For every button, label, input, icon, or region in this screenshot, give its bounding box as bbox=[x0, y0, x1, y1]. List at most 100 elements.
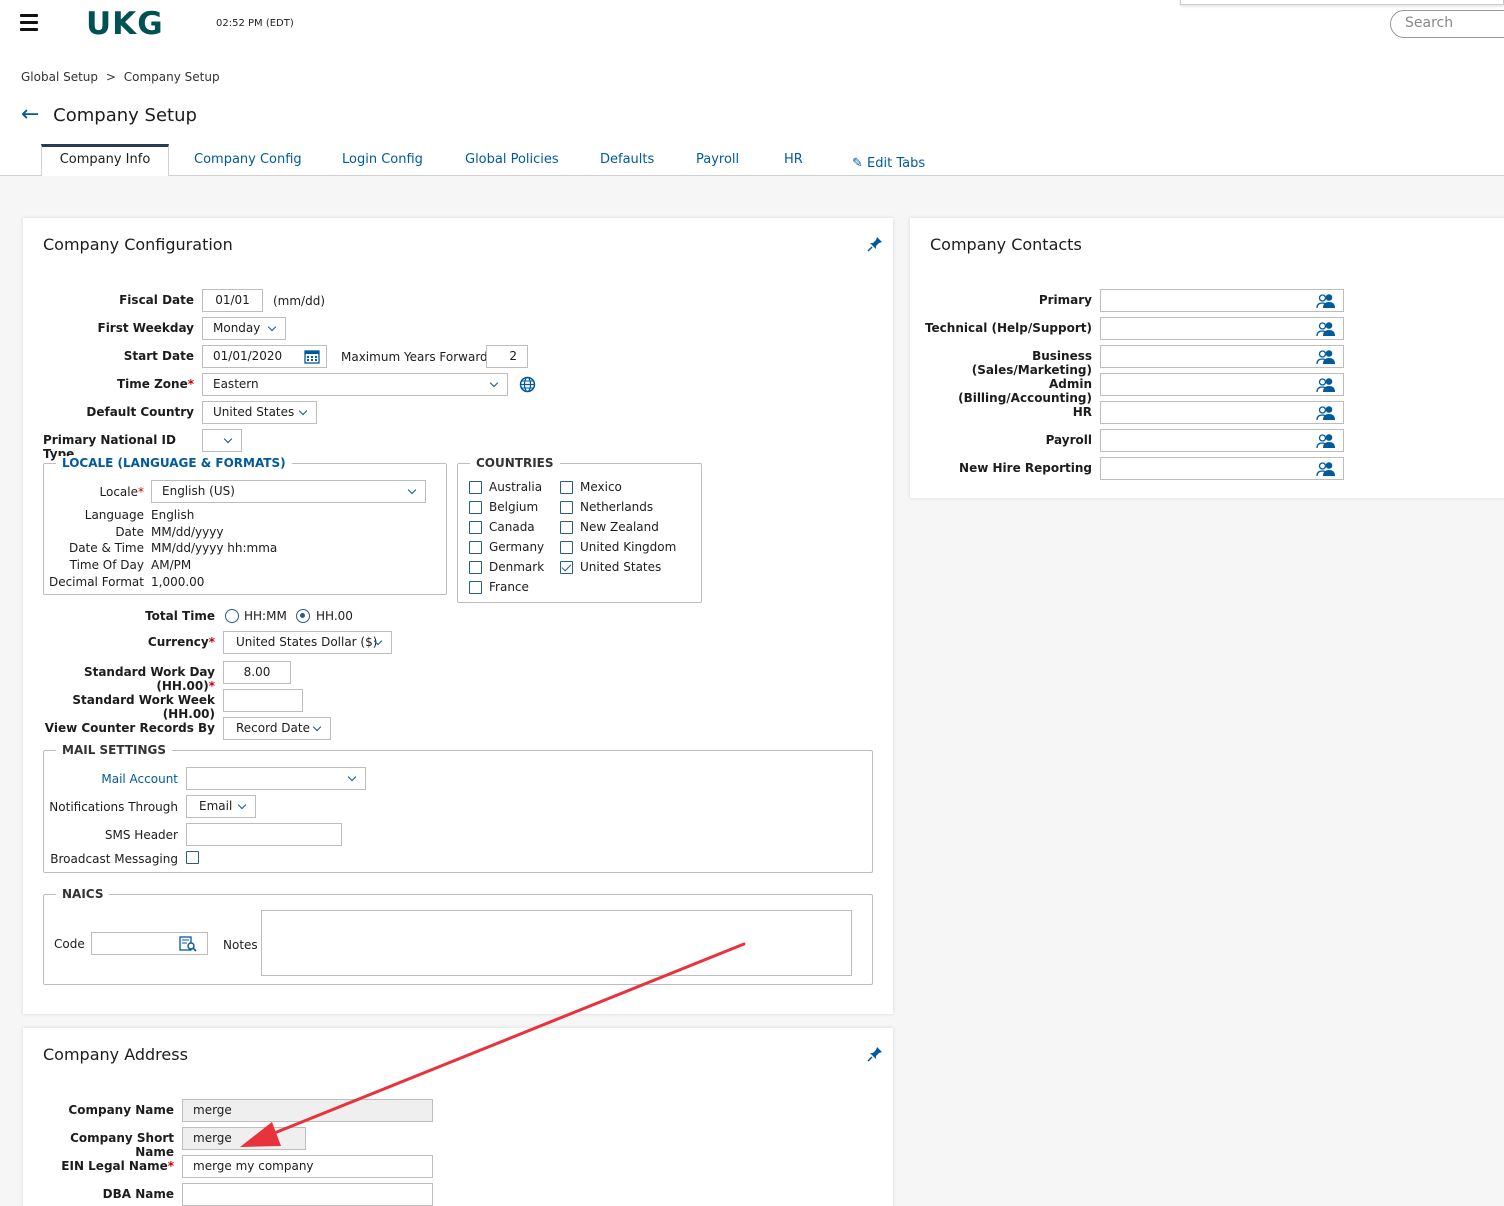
countries-fieldset: COUNTRIES Australia Belgium Canada Germa… bbox=[457, 456, 702, 603]
tab-payroll[interactable]: Payroll bbox=[696, 144, 739, 175]
locale-legend: LOCALE (LANGUAGE & FORMATS) bbox=[56, 456, 292, 470]
contact-label: HR bbox=[1072, 405, 1092, 419]
people-lookup-icon[interactable] bbox=[1315, 293, 1337, 309]
default-country-label: Default Country bbox=[86, 405, 194, 419]
contact-input[interactable] bbox=[1100, 429, 1344, 452]
hamburger-menu-icon[interactable] bbox=[20, 14, 38, 32]
pin-icon[interactable] bbox=[867, 1046, 883, 1066]
checkbox-belgium[interactable] bbox=[469, 501, 482, 514]
national-id-select[interactable] bbox=[202, 429, 242, 452]
back-arrow-icon[interactable]: ← bbox=[21, 102, 39, 127]
checkbox-mexico[interactable] bbox=[560, 481, 573, 494]
breadcrumb-root[interactable]: Global Setup bbox=[21, 70, 98, 84]
contact-input[interactable] bbox=[1100, 373, 1344, 396]
breadcrumb-current: Company Setup bbox=[123, 70, 220, 84]
counter-records-select[interactable]: Record Date bbox=[223, 717, 331, 740]
tab-global-policies[interactable]: Global Policies bbox=[465, 144, 559, 175]
company-name-input[interactable]: merge bbox=[182, 1099, 433, 1122]
required-marker: * bbox=[187, 377, 194, 391]
currency-label: Currency* bbox=[43, 635, 215, 649]
ein-input[interactable]: merge my company bbox=[182, 1155, 433, 1178]
contact-input[interactable] bbox=[1100, 289, 1344, 312]
calendar-icon[interactable] bbox=[304, 349, 320, 364]
locale-language-label: Language bbox=[84, 508, 144, 522]
fiscal-date-input[interactable]: 01/01 bbox=[202, 289, 263, 312]
search-input[interactable]: Search bbox=[1390, 10, 1504, 38]
ukg-logo: UKG bbox=[86, 6, 164, 42]
checkbox-france[interactable] bbox=[469, 581, 482, 594]
people-lookup-icon[interactable] bbox=[1315, 349, 1337, 365]
people-lookup-icon[interactable] bbox=[1315, 405, 1337, 421]
fiscal-date-label: Fiscal Date bbox=[119, 293, 194, 307]
mail-settings-fieldset: MAIL SETTINGS Mail Account Notifications… bbox=[43, 743, 873, 873]
contact-label: Technical (Help/Support) bbox=[924, 321, 1092, 335]
tab-company-config[interactable]: Company Config bbox=[194, 144, 302, 175]
first-weekday-select[interactable]: Monday bbox=[202, 317, 286, 340]
radio-hh00-label: HH.00 bbox=[316, 609, 353, 623]
checkbox-united-kingdom[interactable] bbox=[560, 541, 573, 554]
naics-notes-textarea[interactable] bbox=[261, 910, 852, 976]
tab-hr[interactable]: HR bbox=[784, 144, 803, 175]
checkbox-australia[interactable] bbox=[469, 481, 482, 494]
people-lookup-icon[interactable] bbox=[1315, 377, 1337, 393]
first-weekday-value: Monday bbox=[213, 321, 261, 335]
notifications-select[interactable]: Email bbox=[186, 795, 256, 818]
people-lookup-icon[interactable] bbox=[1315, 321, 1337, 337]
contact-input[interactable] bbox=[1100, 457, 1344, 480]
notifications-label: Notifications Through bbox=[49, 800, 178, 814]
tab-login-config[interactable]: Login Config bbox=[342, 144, 423, 175]
radio-hhmm[interactable] bbox=[225, 609, 239, 623]
locale-date-value: MM/dd/yyyy bbox=[151, 525, 224, 539]
country-label-belgium: Belgium bbox=[489, 500, 539, 514]
naics-code-input[interactable] bbox=[91, 932, 208, 955]
contacts-title: Company Contacts bbox=[930, 235, 1082, 254]
people-lookup-icon[interactable] bbox=[1315, 433, 1337, 449]
time-zone-select[interactable]: Eastern bbox=[202, 373, 508, 396]
notifications-value: Email bbox=[199, 799, 233, 813]
company-contacts-panel: Company Contacts Primary Technical (Help/… bbox=[910, 218, 1504, 498]
naics-notes-label: Notes bbox=[223, 938, 258, 952]
dba-input[interactable] bbox=[182, 1183, 433, 1206]
pin-icon[interactable] bbox=[867, 236, 883, 256]
work-day-input[interactable]: 8.00 bbox=[223, 661, 291, 684]
required-marker: * bbox=[167, 1159, 174, 1173]
people-lookup-icon[interactable] bbox=[1315, 461, 1337, 477]
contact-input[interactable] bbox=[1100, 317, 1344, 340]
tab-company-info[interactable]: Company Info bbox=[41, 144, 169, 177]
lookup-icon[interactable] bbox=[179, 936, 197, 952]
checkbox-netherlands[interactable] bbox=[560, 501, 573, 514]
checkbox-new-zealand[interactable] bbox=[560, 521, 573, 534]
mail-account-label[interactable]: Mail Account bbox=[44, 772, 178, 786]
start-date-input[interactable]: 01/01/2020 bbox=[202, 345, 327, 368]
work-week-input[interactable] bbox=[223, 689, 303, 712]
edit-tabs-link[interactable]: ✎ Edit Tabs bbox=[852, 148, 925, 179]
locale-select[interactable]: English (US) bbox=[151, 480, 426, 503]
contact-label: Payroll bbox=[1045, 433, 1092, 447]
checkbox-canada[interactable] bbox=[469, 521, 482, 534]
radio-hh00[interactable] bbox=[296, 609, 310, 623]
short-name-input[interactable]: merge bbox=[182, 1127, 306, 1150]
mail-account-select[interactable] bbox=[186, 767, 366, 790]
breadcrumb-separator: > bbox=[105, 70, 116, 84]
max-years-input[interactable]: 2 bbox=[486, 345, 528, 368]
broadcast-checkbox[interactable] bbox=[186, 851, 199, 864]
checkbox-united-states[interactable] bbox=[560, 561, 573, 574]
ein-label: EIN Legal Name* bbox=[43, 1159, 174, 1173]
country-label-netherlands: Netherlands bbox=[580, 500, 654, 514]
tab-defaults[interactable]: Defaults bbox=[600, 144, 654, 175]
broadcast-label: Broadcast Messaging bbox=[50, 852, 178, 866]
country-label-france: France bbox=[489, 580, 529, 594]
default-country-select[interactable]: United States bbox=[202, 401, 317, 424]
checkbox-denmark[interactable] bbox=[469, 561, 482, 574]
country-label-united-kingdom: United Kingdom bbox=[580, 540, 677, 554]
ein-label-text: EIN Legal Name bbox=[61, 1159, 168, 1173]
default-country-value: United States bbox=[213, 405, 295, 419]
sms-header-label: SMS Header bbox=[104, 828, 178, 842]
contact-input[interactable] bbox=[1100, 401, 1344, 424]
sms-header-input[interactable] bbox=[186, 823, 342, 846]
globe-icon[interactable] bbox=[519, 376, 536, 393]
contact-input[interactable] bbox=[1100, 345, 1344, 368]
currency-select[interactable]: United States Dollar ($) bbox=[223, 631, 392, 654]
start-date-label: Start Date bbox=[123, 349, 194, 363]
checkbox-germany[interactable] bbox=[469, 541, 482, 554]
